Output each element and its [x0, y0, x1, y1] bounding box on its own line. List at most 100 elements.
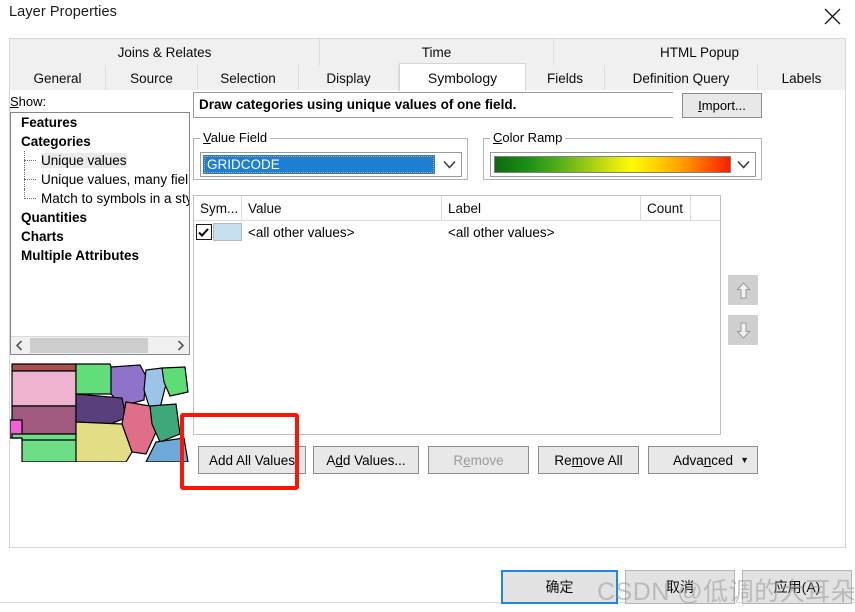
ok-button[interactable]: 确定 — [501, 570, 618, 604]
row-color-swatch[interactable] — [212, 223, 242, 241]
tree-item-categories[interactable]: Categories — [11, 132, 189, 151]
tab-general[interactable]: General — [10, 65, 106, 91]
tab-labels[interactable]: Labels — [758, 65, 845, 91]
button-label: 取消 — [666, 579, 694, 595]
add-all-values-button[interactable]: Add All Values — [198, 446, 306, 474]
tab-label: General — [33, 70, 82, 86]
column-header-value[interactable]: Value — [242, 196, 442, 220]
color-ramp-gradient-preview — [494, 156, 731, 173]
move-down-button[interactable] — [728, 315, 758, 345]
chevron-right-icon[interactable] — [172, 337, 189, 354]
value-field-legend: Value Field — [200, 130, 271, 145]
show-label: Show: — [10, 94, 47, 109]
symbology-description-text: Draw categories using unique values of o… — [199, 97, 517, 112]
tab-symbology[interactable]: Symbology — [399, 63, 526, 91]
tab-fields[interactable]: Fields — [526, 65, 605, 91]
row-label-cell[interactable]: <all other values> — [442, 225, 641, 240]
row-value-cell[interactable]: <all other values> — [242, 225, 442, 240]
chevron-down-icon[interactable] — [437, 153, 461, 176]
tree-item-charts[interactable]: Charts — [11, 227, 189, 246]
symbology-panel: Show: Features Categories Unique values … — [9, 90, 846, 548]
table-header-row: Sym... Value Label Count — [194, 196, 720, 221]
button-label: Advanced — [672, 452, 734, 468]
arrow-up-icon — [735, 281, 751, 299]
button-label: 确定 — [545, 579, 574, 595]
import-button[interactable]: Import... — [682, 93, 762, 118]
move-up-button[interactable] — [728, 275, 758, 305]
column-header-symbol[interactable]: Sym... — [194, 196, 242, 220]
symbology-value-table[interactable]: Sym... Value Label Count <all other valu… — [193, 195, 721, 435]
tab-label: Time — [421, 44, 452, 60]
add-values-button[interactable]: Add Values... — [313, 446, 419, 474]
close-icon — [824, 8, 841, 25]
tree-item-label: Categories — [21, 134, 91, 149]
tree-item-unique-values-many-fields[interactable]: Unique values, many fiel — [11, 170, 189, 189]
column-header-label: Value — [248, 200, 282, 216]
tree-item-multiple-attributes[interactable]: Multiple Attributes — [11, 246, 189, 265]
tab-label: Display — [326, 70, 371, 86]
value-field-dropdown[interactable]: GRIDCODE — [200, 152, 462, 177]
value-field-selected-value: GRIDCODE — [203, 155, 435, 174]
tab-definition-query[interactable]: Definition Query — [605, 65, 758, 91]
column-header-label: Sym... — [200, 200, 239, 216]
tab-label: Symbology — [427, 69, 498, 86]
page-title: Layer Properties — [9, 4, 117, 20]
symbology-description-box: Draw categories using unique values of o… — [193, 92, 673, 118]
button-label: 应用(A) — [773, 579, 821, 595]
tree-item-label: Multiple Attributes — [21, 248, 139, 263]
tree-connector-dash — [24, 160, 36, 161]
color-ramp-dropdown[interactable] — [490, 152, 756, 177]
layer-map-preview — [10, 362, 190, 462]
tab-strip: Joins & Relates Time HTML Popup General … — [9, 38, 846, 91]
tab-label: Source — [130, 70, 173, 86]
symbology-type-tree[interactable]: Features Categories Unique values Unique… — [10, 112, 190, 355]
tab-row-upper: Joins & Relates Time HTML Popup — [10, 39, 845, 65]
tree-item-label: Quantities — [21, 210, 88, 225]
table-row[interactable]: <all other values> <all other values> — [194, 220, 720, 244]
tree-item-label: Unique values — [41, 153, 127, 168]
row-symbol-cell[interactable] — [194, 223, 242, 241]
tab-time[interactable]: Time — [320, 39, 554, 65]
color-ramp-legend: Color Ramp — [490, 130, 566, 145]
tab-joins-relates[interactable]: Joins & Relates — [10, 39, 320, 65]
tree-item-quantities[interactable]: Quantities — [11, 208, 189, 227]
tree-item-label: Match to symbols in a sty — [41, 191, 190, 206]
apply-button[interactable]: 应用(A) — [742, 570, 852, 604]
chevron-down-icon[interactable] — [731, 153, 755, 176]
chevron-left-icon[interactable] — [11, 337, 28, 354]
cancel-button[interactable]: 取消 — [625, 570, 735, 604]
tree-item-label: Features — [21, 115, 78, 130]
tree-item-unique-values[interactable]: Unique values — [11, 151, 189, 170]
column-header-label-col[interactable]: Label — [442, 196, 641, 220]
remove-all-button[interactable]: Re m ove All — [538, 446, 639, 474]
scrollbar-thumb[interactable] — [30, 338, 148, 353]
close-button[interactable] — [809, 0, 855, 32]
tab-display[interactable]: Display — [299, 65, 399, 91]
button-label: Add All Values — [208, 452, 296, 468]
tab-label: Definition Query — [632, 70, 730, 86]
column-header-count[interactable]: Count — [641, 196, 691, 220]
tab-row-lower: General Source Selection Display Symbolo… — [10, 63, 845, 91]
tab-label: Fields — [546, 70, 583, 86]
advanced-button[interactable]: Advanced ▼ — [648, 446, 758, 474]
row-visibility-checkbox[interactable] — [196, 224, 212, 240]
tab-source[interactable]: Source — [106, 65, 198, 91]
tab-selection[interactable]: Selection — [198, 65, 299, 91]
tree-item-label: Charts — [21, 229, 64, 244]
tab-html-popup[interactable]: HTML Popup — [554, 39, 845, 65]
tree-connector-dash — [24, 179, 36, 180]
column-header-label: Label — [448, 200, 482, 216]
tree-item-label: Unique values, many fiel — [41, 172, 189, 187]
tab-label: Labels — [781, 70, 822, 86]
column-header-filler — [691, 196, 720, 220]
column-header-label: Count — [647, 200, 684, 216]
tab-label: Selection — [220, 70, 276, 86]
tree-connector-dash — [24, 198, 36, 199]
tab-label: HTML Popup — [659, 44, 740, 60]
tab-label: Joins & Relates — [117, 44, 212, 60]
tree-horizontal-scrollbar[interactable] — [11, 336, 189, 354]
window-title-bar: Layer Properties — [0, 0, 855, 32]
tree-item-features[interactable]: Features — [11, 113, 189, 132]
tree-item-match-to-symbols[interactable]: Match to symbols in a sty — [11, 189, 189, 208]
remove-button: Re move — [428, 446, 529, 474]
